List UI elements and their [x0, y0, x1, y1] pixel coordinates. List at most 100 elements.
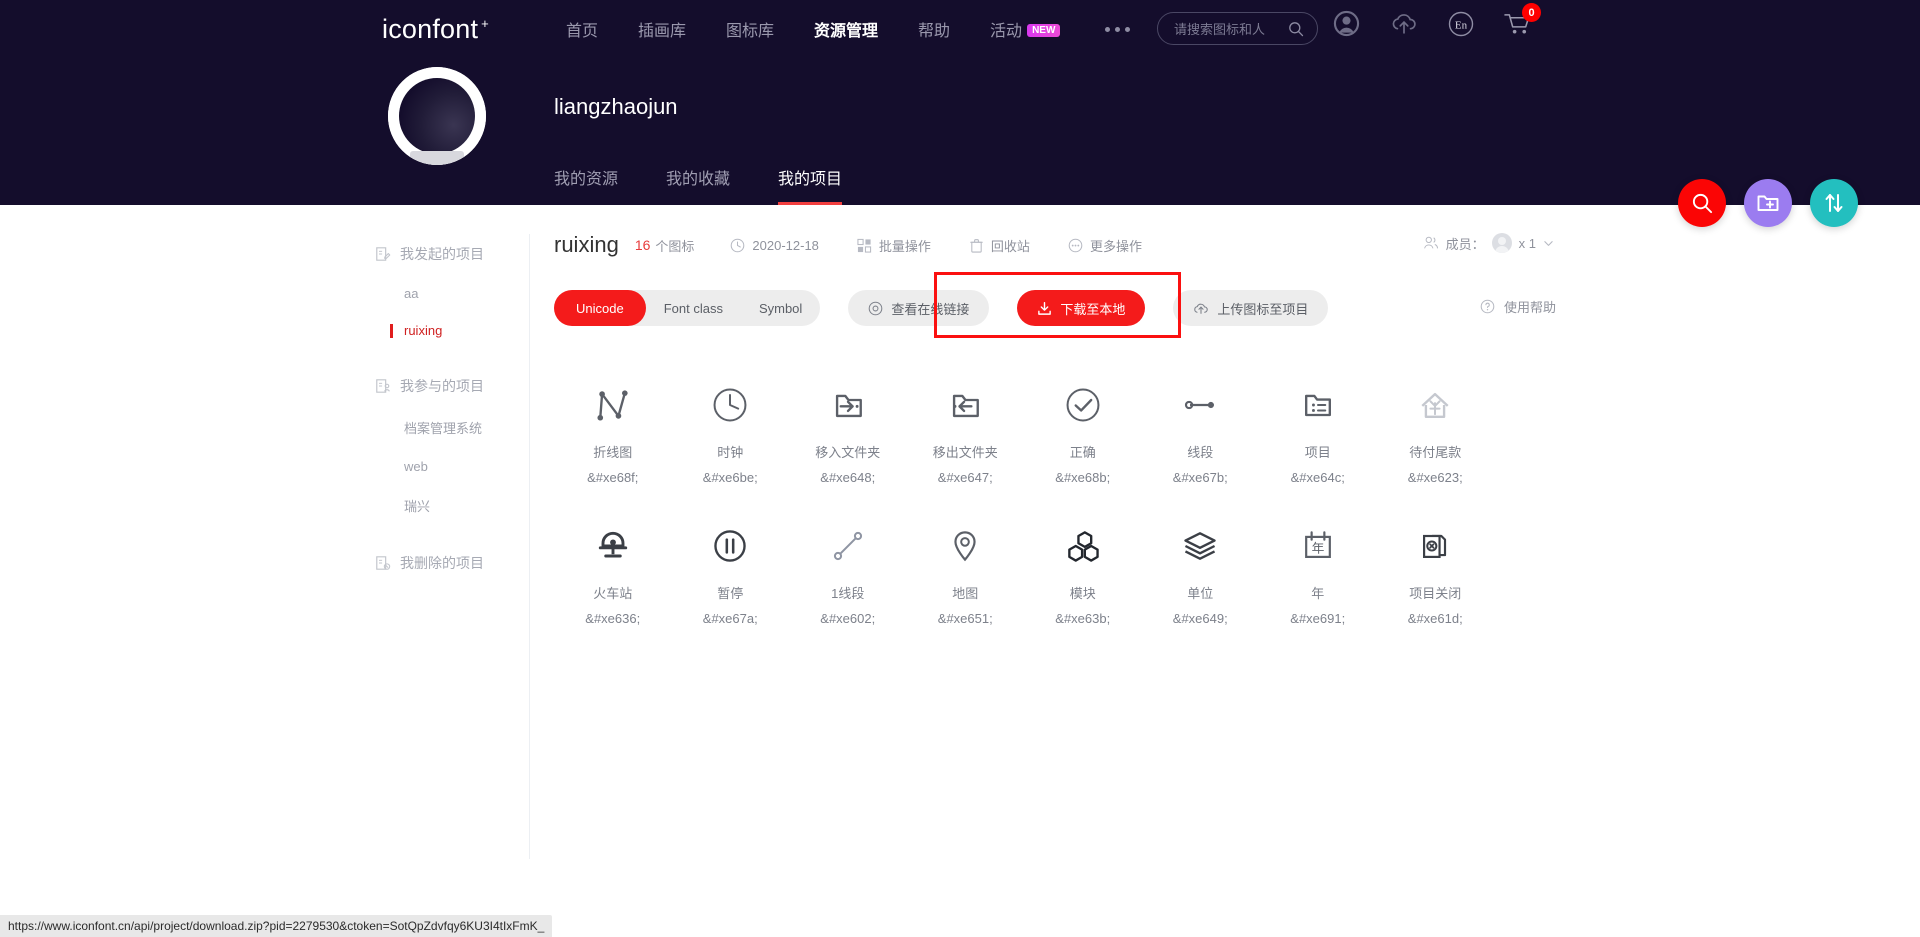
member-avatar: [1491, 233, 1512, 253]
clock-icon: [672, 374, 790, 436]
projects-sidebar: 我发起的项目 aa ruixing 我参与的项目 档案管理系统 web 瑞兴 我…: [375, 234, 530, 859]
sidebar-item-aa[interactable]: aa: [404, 286, 529, 301]
upload-icons-label: 上传图标至项目: [1217, 301, 1309, 317]
icon-code: &#xe68f;: [587, 470, 639, 485]
nav-item-resource-management[interactable]: 资源管理: [814, 17, 878, 41]
icon-name: 年: [1311, 586, 1325, 601]
sort-fab[interactable]: [1810, 179, 1858, 227]
icon-code: &#xe648;: [820, 470, 876, 485]
avatar[interactable]: [388, 67, 486, 165]
page-title: liangzhaojun: [554, 94, 678, 119]
icon-card[interactable]: 待付尾款 &#xe623;: [1377, 374, 1495, 485]
project-toolbar: Unicode Font class Symbol 查看在线链接 下载至本地 上…: [554, 272, 1556, 338]
new-project-fab[interactable]: [1744, 179, 1792, 227]
segment-unicode[interactable]: Unicode: [554, 290, 646, 326]
icon-name: 项目: [1304, 445, 1331, 460]
search-icon: [1692, 193, 1712, 213]
site-logo[interactable]: iconfont +: [382, 14, 489, 45]
tab-my-resources[interactable]: 我的资源: [554, 165, 618, 205]
sidebar-group-joined-projects[interactable]: 我参与的项目: [375, 376, 529, 396]
move-out-folder-icon: [907, 374, 1025, 436]
segment-symbol[interactable]: Symbol: [741, 290, 820, 326]
icon-card[interactable]: 1线段 &#xe602;: [789, 515, 907, 626]
icon-card[interactable]: 地图 &#xe651;: [907, 515, 1025, 626]
sidebar-item-ruixing-cn[interactable]: 瑞兴: [404, 496, 529, 515]
icon-code: &#xe636;: [585, 611, 641, 626]
top-navigation-bar: iconfont + 首页 插画库 图标库 资源管理 帮助 活动 NEW 请搜索图…: [0, 0, 1920, 58]
icon-card[interactable]: 模块 &#xe63b;: [1024, 515, 1142, 626]
icon-card[interactable]: 单位 &#xe649;: [1142, 515, 1260, 626]
icon-name: 项目关闭: [1409, 586, 1462, 601]
icon-card[interactable]: 正确 &#xe68b;: [1024, 374, 1142, 485]
batch-icon: [857, 238, 872, 253]
sidebar-item-ruixing[interactable]: ruixing: [390, 323, 529, 338]
search-input[interactable]: 请搜索图标和人: [1157, 12, 1318, 45]
upload-cloud-icon[interactable]: [1390, 11, 1418, 37]
project-header: ruixing 16 个图标 2020-12-18 批量操作 回收站 更多操作 …: [554, 225, 1553, 265]
ellipsis-icon[interactable]: [1105, 26, 1131, 32]
icon-code: &#xe63b;: [1055, 611, 1111, 626]
tab-my-projects[interactable]: 我的项目: [778, 165, 843, 205]
icon-card[interactable]: 项目关闭 &#xe61d;: [1377, 515, 1495, 626]
project-members[interactable]: 成员： x 1: [1423, 233, 1554, 253]
pause-circle-icon: [672, 515, 790, 577]
icon-card[interactable]: 暂停 &#xe67a;: [672, 515, 790, 626]
sidebar-item-web[interactable]: web: [404, 459, 529, 474]
question-circle-icon: [1480, 299, 1495, 314]
upload-icons-button[interactable]: 上传图标至项目: [1173, 290, 1329, 326]
nav-item-home[interactable]: 首页: [566, 17, 598, 41]
download-button[interactable]: 下载至本地: [1017, 290, 1146, 326]
project-join-icon: [376, 379, 390, 393]
sort-arrows-icon: [1825, 194, 1843, 212]
header-icon-group: En 0: [1333, 3, 1541, 37]
move-into-folder-icon: [789, 374, 907, 436]
project-date: 2020-12-18: [730, 238, 819, 253]
shopping-cart-button[interactable]: 0: [1504, 3, 1541, 36]
icon-name: 1线段: [831, 586, 865, 601]
nav-item-icon-library[interactable]: 图标库: [726, 17, 774, 41]
sidebar-group-created-projects[interactable]: 我发起的项目: [375, 244, 529, 264]
nav-item-help[interactable]: 帮助: [918, 17, 950, 41]
tab-my-favorites[interactable]: 我的收藏: [666, 165, 730, 205]
page-content: 我发起的项目 aa ruixing 我参与的项目 档案管理系统 web 瑞兴 我…: [0, 205, 1920, 937]
sidebar-item-archive-system[interactable]: 档案管理系统: [404, 418, 529, 437]
house-payment-icon: [1377, 374, 1495, 436]
icon-card[interactable]: 项目 &#xe64c;: [1259, 374, 1377, 485]
language-en-icon[interactable]: En: [1448, 11, 1474, 37]
icon-card[interactable]: 线段 &#xe67b;: [1142, 374, 1260, 485]
sidebar-group-deleted-projects[interactable]: 我删除的项目: [375, 553, 529, 573]
segment-font-class[interactable]: Font class: [646, 290, 741, 326]
line-segment-alt-icon: [789, 515, 907, 577]
recycle-bin-button[interactable]: 回收站: [969, 236, 1030, 255]
nav-item-illustrations[interactable]: 插画库: [638, 17, 686, 41]
sidebar-group-label: 我删除的项目: [400, 555, 484, 571]
polyline-chart-icon: [554, 374, 672, 436]
search-fab[interactable]: [1678, 179, 1726, 227]
nav-item-activity[interactable]: 活动 NEW: [990, 17, 1061, 41]
icon-card[interactable]: 移出文件夹 &#xe647;: [907, 374, 1025, 485]
icon-name: 模块: [1069, 586, 1096, 601]
sidebar-group-label: 我参与的项目: [400, 378, 484, 394]
icon-card[interactable]: 折线图 &#xe68f;: [554, 374, 672, 485]
status-bar-url: https://www.iconfont.cn/api/project/down…: [8, 919, 545, 933]
usage-help-button[interactable]: 使用帮助: [1480, 297, 1556, 316]
site-logo-plus: +: [481, 15, 489, 31]
batch-operation-button[interactable]: 批量操作: [857, 236, 931, 255]
year-calendar-icon: 年: [1259, 515, 1377, 577]
icon-name: 地图: [952, 586, 979, 601]
trash-icon: [970, 238, 983, 253]
icon-card[interactable]: 时钟 &#xe6be;: [672, 374, 790, 485]
icon-card[interactable]: 移入文件夹 &#xe648;: [789, 374, 907, 485]
more-operations-button[interactable]: 更多操作: [1068, 236, 1142, 255]
view-online-link-button[interactable]: 查看在线链接: [848, 290, 990, 326]
more-operations-label: 更多操作: [1089, 238, 1142, 254]
icon-card[interactable]: 火车站 &#xe636;: [554, 515, 672, 626]
icon-code: &#xe67a;: [702, 611, 758, 626]
svg-text:年: 年: [1311, 540, 1324, 555]
icon-code: &#xe647;: [937, 470, 993, 485]
icon-name: 移出文件夹: [932, 445, 998, 460]
icon-card[interactable]: 年 年 &#xe691;: [1259, 515, 1377, 626]
user-avatar-icon[interactable]: [1333, 10, 1360, 37]
icon-name: 移入文件夹: [815, 445, 881, 460]
browser-status-bar: https://www.iconfont.cn/api/project/down…: [0, 915, 553, 937]
